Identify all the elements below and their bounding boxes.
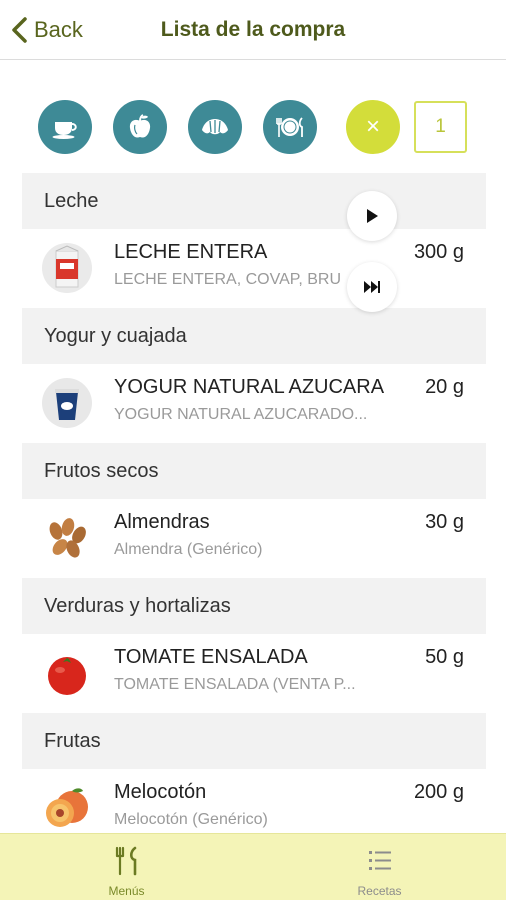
item-name: LECHE ENTERA — [114, 241, 268, 263]
item-detail: Almendra (Genérico) — [114, 541, 263, 558]
list-icon — [368, 851, 391, 870]
list-item[interactable]: Almendras Almendra (Genérico) 30 g — [22, 499, 486, 578]
header-bar: Back Lista de la compra — [0, 0, 506, 60]
category-header: Yogur y cuajada — [22, 308, 486, 364]
play-icon — [367, 209, 378, 223]
item-quantity: 200 g — [413, 781, 464, 803]
clear-selection-button[interactable]: × — [346, 100, 400, 154]
yogurt-image — [42, 378, 92, 428]
peach-image — [42, 783, 92, 833]
item-detail: Melocotón (Genérico) — [114, 811, 268, 828]
item-detail: TOMATE ENSALADA (VENTA P... — [114, 676, 356, 693]
close-icon: × — [365, 113, 380, 140]
page-title: Lista de la compra — [160, 18, 346, 41]
coffee-cup-icon — [52, 122, 77, 139]
category-header: Leche — [22, 173, 486, 229]
nav-recetas[interactable]: Recetas — [253, 834, 506, 900]
croissant-icon — [202, 119, 228, 135]
list-item[interactable]: LECHE ENTERA LECHE ENTERA, COVAP, BRU 30… — [22, 229, 486, 308]
item-name: Almendras — [114, 511, 210, 533]
nav-recetas-label: Recetas — [357, 884, 402, 898]
item-name: TOMATE ENSALADA — [114, 646, 308, 668]
nav-menus-label: Menús — [108, 884, 145, 898]
servings-count[interactable]: 1 — [414, 101, 467, 153]
bottom-navigation: Menús Recetas — [0, 833, 506, 900]
skip-next-icon — [364, 281, 380, 293]
item-quantity: 300 g — [413, 241, 464, 263]
shopping-list: Leche LECHE ENTERA LECHE ENTERA, COVAP, … — [22, 173, 486, 848]
item-detail: YOGUR NATURAL AZUCARADO... — [114, 406, 368, 423]
play-button[interactable] — [347, 191, 397, 241]
tomato-image — [42, 648, 92, 698]
skip-next-button[interactable] — [347, 262, 397, 312]
nav-menus[interactable]: Menús — [0, 834, 253, 900]
list-item[interactable]: TOMATE ENSALADA TOMATE ENSALADA (VENTA P… — [22, 634, 486, 713]
plate-cutlery-icon — [276, 117, 303, 137]
cutlery-icon — [115, 846, 136, 876]
category-header: Frutos secos — [22, 443, 486, 499]
apple-icon — [129, 114, 151, 138]
almonds-image — [42, 513, 92, 563]
meal-button[interactable] — [263, 100, 317, 154]
item-name: Melocotón — [114, 781, 207, 803]
item-name: YOGUR NATURAL AZUCARA — [114, 376, 385, 398]
list-item[interactable]: YOGUR NATURAL AZUCARA YOGUR NATURAL AZUC… — [22, 364, 486, 443]
snack-button[interactable] — [113, 100, 167, 154]
category-header: Frutas — [22, 713, 486, 769]
pastry-button[interactable] — [188, 100, 242, 154]
item-quantity: 30 g — [425, 511, 464, 533]
category-header: Verduras y hortalizas — [22, 578, 486, 634]
breakfast-button[interactable] — [38, 100, 92, 154]
milk-carton-image — [42, 243, 92, 293]
item-quantity: 20 g — [425, 376, 464, 398]
item-quantity: 50 g — [425, 646, 464, 668]
meal-selector: × 1 — [38, 100, 478, 156]
